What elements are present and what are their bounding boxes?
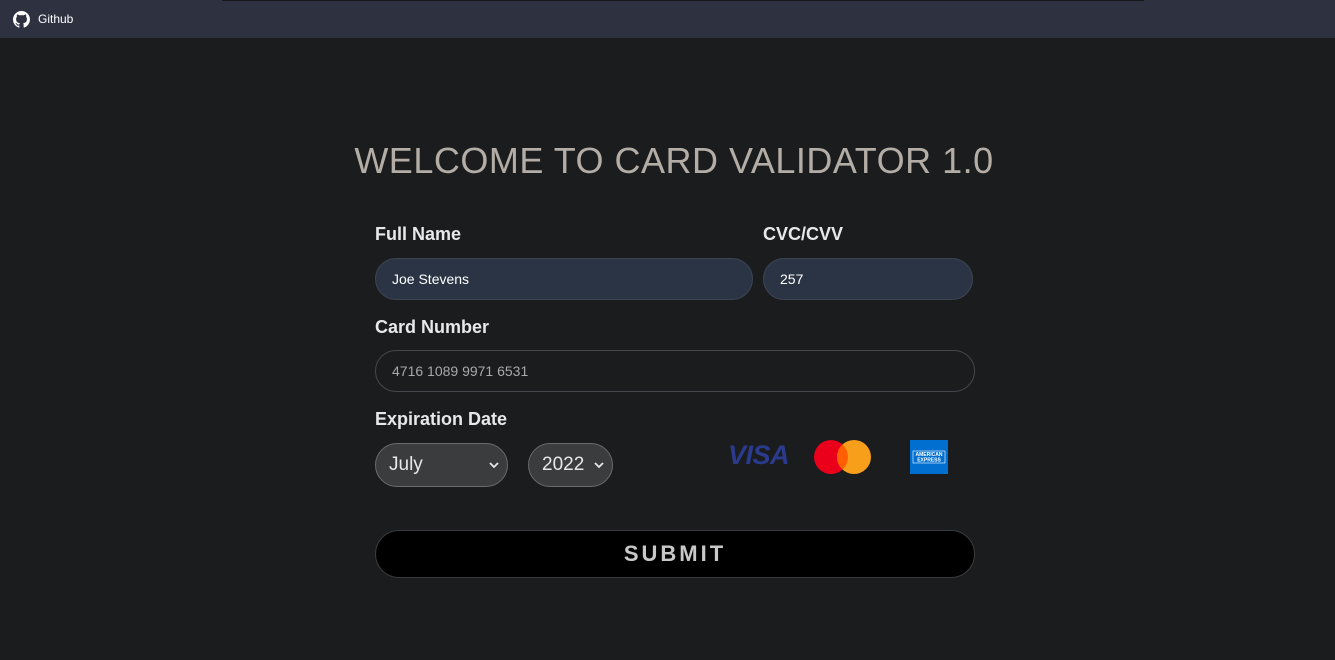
amex-text-bottom: EXPRESS xyxy=(917,458,941,464)
full-name-label: Full Name xyxy=(375,224,462,244)
year-selected-value: 2022 xyxy=(542,454,585,475)
card-number-label: Card Number xyxy=(375,317,490,337)
github-label: Github xyxy=(38,12,74,26)
visa-logo: VISA xyxy=(728,440,790,470)
card-number-input[interactable] xyxy=(375,350,975,392)
full-name-input[interactable] xyxy=(375,258,753,300)
page-title: WELCOME TO CARD VALIDATOR 1.0 xyxy=(354,140,994,181)
top-navbar: Github xyxy=(0,0,1335,38)
github-icon xyxy=(13,10,30,28)
github-link[interactable]: Github xyxy=(13,10,73,28)
cvc-input[interactable] xyxy=(763,258,973,300)
month-select[interactable]: July xyxy=(375,443,508,487)
cvc-label: CVC/CVV xyxy=(763,224,844,244)
mastercard-logo xyxy=(814,440,871,474)
month-selected-value: July xyxy=(389,454,423,475)
year-select[interactable]: 2022 xyxy=(528,443,613,487)
chevron-down-icon xyxy=(489,462,499,469)
topbar-divider xyxy=(222,0,1144,1)
submit-button[interactable]: SUBMIT xyxy=(375,530,975,578)
chevron-down-icon xyxy=(594,462,604,469)
expiration-date-label: Expiration Date xyxy=(375,409,508,429)
amex-logo: AMERICAN EXPRESS xyxy=(910,440,948,474)
